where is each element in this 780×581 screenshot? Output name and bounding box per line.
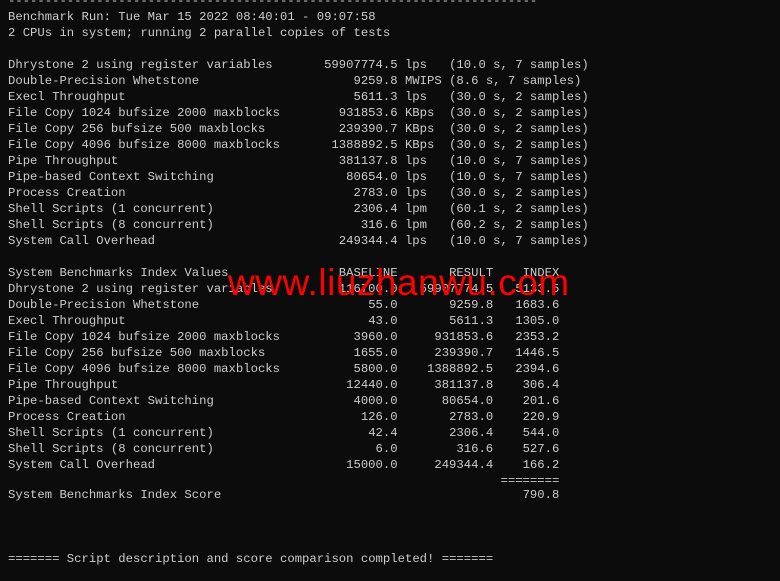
test-detail: (10.0 s, 7 samples) bbox=[449, 58, 589, 72]
test-detail: (60.1 s, 2 samples) bbox=[449, 202, 589, 216]
test-value: 239390.7 bbox=[338, 122, 398, 136]
result-value: 2783.0 bbox=[449, 410, 494, 424]
test-name: System Call Overhead bbox=[8, 458, 156, 472]
test-detail: (30.0 s, 2 samples) bbox=[449, 138, 589, 152]
test-value: 5611.3 bbox=[353, 90, 398, 104]
test-unit: lps bbox=[404, 170, 428, 184]
index-value: 527.6 bbox=[522, 442, 560, 456]
test-unit: lps bbox=[404, 186, 428, 200]
index-score: 790.8 bbox=[522, 488, 560, 502]
test-name: Process Creation bbox=[8, 186, 126, 200]
result-value: 5611.3 bbox=[449, 314, 494, 328]
test-unit: lpm bbox=[404, 202, 428, 216]
index-value: 1305.0 bbox=[515, 314, 560, 328]
index-value: 544.0 bbox=[522, 426, 560, 440]
baseline-value: 3960.0 bbox=[353, 330, 398, 344]
test-name: Shell Scripts (1 concurrent) bbox=[8, 202, 214, 216]
test-value: 931853.6 bbox=[338, 106, 398, 120]
index-value: 1446.5 bbox=[515, 346, 560, 360]
cpu-info: 2 CPUs in system; running 2 parallel cop… bbox=[8, 26, 391, 40]
test-name: Execl Throughput bbox=[8, 314, 126, 328]
test-name: Double-Precision Whetstone bbox=[8, 74, 200, 88]
test-detail: (10.0 s, 7 samples) bbox=[449, 234, 589, 248]
baseline-value: 4000.0 bbox=[353, 394, 398, 408]
test-value: 2783.0 bbox=[353, 186, 398, 200]
index-title: System Benchmarks Index Values bbox=[8, 266, 229, 280]
result-value: 80654.0 bbox=[441, 394, 494, 408]
baseline-value: 43.0 bbox=[368, 314, 398, 328]
baseline-value: 1655.0 bbox=[353, 346, 398, 360]
test-name: Pipe Throughput bbox=[8, 378, 119, 392]
test-detail: (30.0 s, 2 samples) bbox=[449, 186, 589, 200]
result-value: 239390.7 bbox=[434, 346, 494, 360]
index-value: 201.6 bbox=[522, 394, 560, 408]
test-unit: KBps bbox=[404, 106, 435, 120]
test-detail: (30.0 s, 2 samples) bbox=[449, 90, 589, 104]
test-value: 2306.4 bbox=[353, 202, 398, 216]
test-name: Dhrystone 2 using register variables bbox=[8, 58, 273, 72]
test-detail: (10.0 s, 7 samples) bbox=[449, 154, 589, 168]
test-value: 80654.0 bbox=[346, 170, 398, 184]
test-detail: (10.0 s, 7 samples) bbox=[449, 170, 589, 184]
test-value: 249344.4 bbox=[338, 234, 398, 248]
index-value: 2353.2 bbox=[515, 330, 560, 344]
score-label: System Benchmarks Index Score bbox=[8, 488, 222, 502]
test-value: 316.6 bbox=[360, 218, 398, 232]
result-value: 249344.4 bbox=[434, 458, 494, 472]
test-name: File Copy 1024 bufsize 2000 maxblocks bbox=[8, 330, 280, 344]
result-value: 931853.6 bbox=[434, 330, 494, 344]
test-unit: lps bbox=[404, 90, 428, 104]
baseline-value: 42.4 bbox=[368, 426, 398, 440]
test-name: Pipe Throughput bbox=[8, 154, 119, 168]
test-name: Process Creation bbox=[8, 410, 126, 424]
test-name: System Call Overhead bbox=[8, 234, 156, 248]
test-value: 381137.8 bbox=[338, 154, 398, 168]
test-detail: (30.0 s, 2 samples) bbox=[449, 106, 589, 120]
baseline-value: 12440.0 bbox=[346, 378, 398, 392]
test-unit: lps bbox=[404, 234, 428, 248]
test-name: Pipe-based Context Switching bbox=[8, 394, 214, 408]
test-name: Shell Scripts (8 concurrent) bbox=[8, 218, 214, 232]
benchmark-run-time: Benchmark Run: Tue Mar 15 2022 08:40:01 … bbox=[8, 10, 376, 24]
test-value: 9259.8 bbox=[353, 74, 398, 88]
test-detail: (60.2 s, 2 samples) bbox=[449, 218, 589, 232]
baseline-value: 5800.0 bbox=[353, 362, 398, 376]
index-value: 306.4 bbox=[522, 378, 560, 392]
index-value: 2394.6 bbox=[515, 362, 560, 376]
separator: ----------------------------------------… bbox=[8, 0, 538, 8]
baseline-value: 15000.0 bbox=[346, 458, 398, 472]
test-name: Shell Scripts (1 concurrent) bbox=[8, 426, 214, 440]
test-unit: KBps bbox=[404, 122, 435, 136]
test-name: File Copy 256 bufsize 500 maxblocks bbox=[8, 122, 266, 136]
watermark: www.liuzhanwu.com bbox=[228, 262, 570, 303]
index-value: 220.9 bbox=[522, 410, 560, 424]
test-name: File Copy 4096 bufsize 8000 maxblocks bbox=[8, 138, 280, 152]
completion-message: ======= Script description and score com… bbox=[8, 552, 494, 566]
test-name: File Copy 4096 bufsize 8000 maxblocks bbox=[8, 362, 280, 376]
baseline-value: 126.0 bbox=[360, 410, 398, 424]
result-value: 316.6 bbox=[456, 442, 494, 456]
result-value: 381137.8 bbox=[434, 378, 494, 392]
test-name: File Copy 1024 bufsize 2000 maxblocks bbox=[8, 106, 280, 120]
test-name: Double-Precision Whetstone bbox=[8, 298, 200, 312]
test-value: 1388892.5 bbox=[331, 138, 398, 152]
result-value: 2306.4 bbox=[449, 426, 494, 440]
test-name: Shell Scripts (8 concurrent) bbox=[8, 442, 214, 456]
test-unit: MWIPS bbox=[404, 74, 442, 88]
baseline-value: 6.0 bbox=[375, 442, 398, 456]
test-unit: lpm bbox=[404, 218, 428, 232]
test-unit: KBps bbox=[404, 138, 435, 152]
result-value: 1388892.5 bbox=[427, 362, 494, 376]
test-unit: lps bbox=[404, 58, 428, 72]
test-value: 59907774.5 bbox=[324, 58, 398, 72]
test-name: File Copy 256 bufsize 500 maxblocks bbox=[8, 346, 266, 360]
test-detail: (30.0 s, 2 samples) bbox=[449, 122, 589, 136]
test-name: Pipe-based Context Switching bbox=[8, 170, 214, 184]
test-unit: lps bbox=[404, 154, 428, 168]
test-detail: (8.6 s, 7 samples) bbox=[449, 74, 582, 88]
index-value: 166.2 bbox=[522, 458, 560, 472]
test-name: Execl Throughput bbox=[8, 90, 126, 104]
